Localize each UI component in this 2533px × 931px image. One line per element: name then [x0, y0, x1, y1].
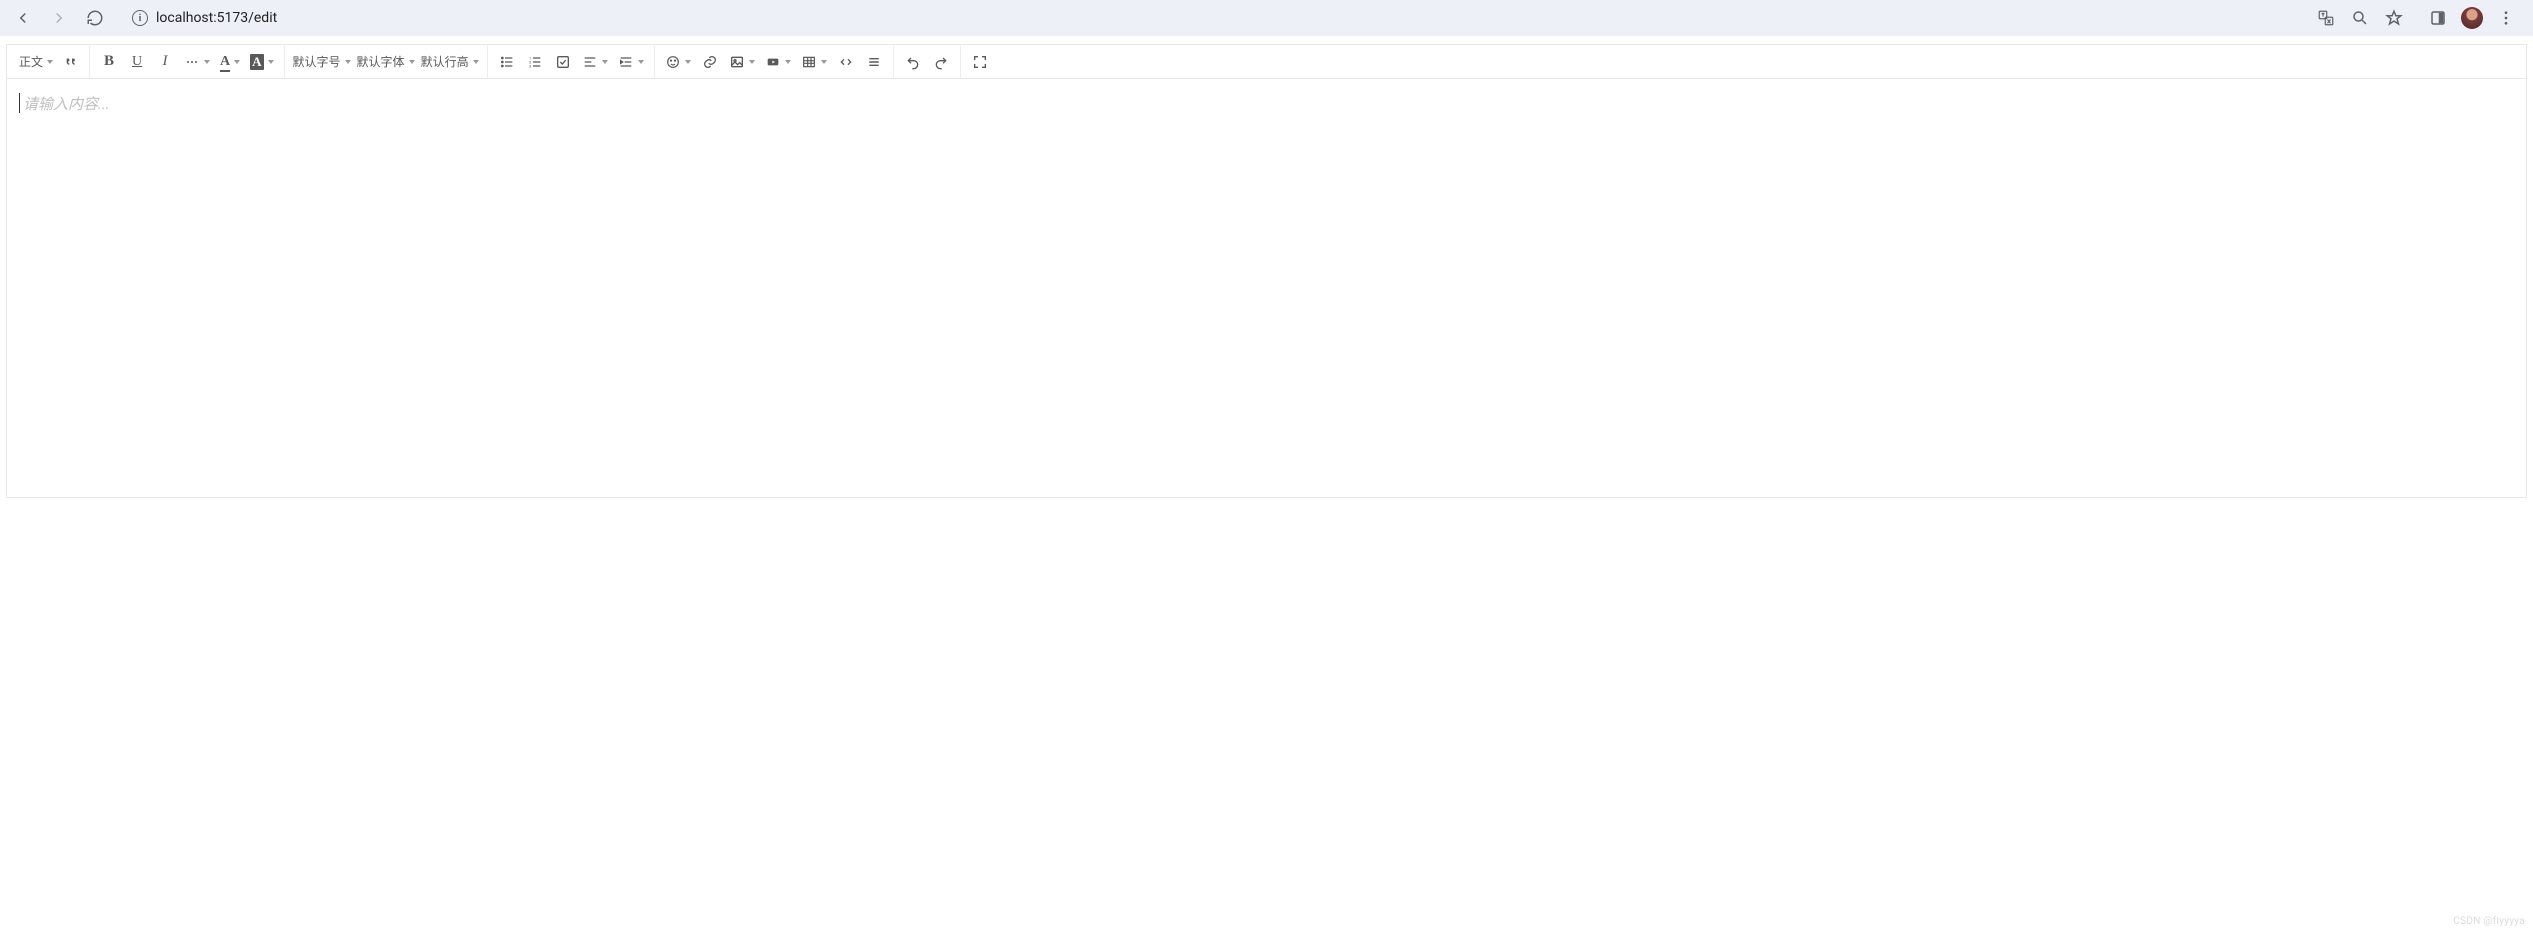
align-dropdown[interactable] — [578, 49, 612, 75]
image-dropdown[interactable] — [725, 49, 759, 75]
unordered-list-button[interactable] — [494, 49, 520, 75]
video-dropdown[interactable] — [761, 49, 795, 75]
divider-button[interactable] — [861, 49, 887, 75]
ordered-list-button[interactable]: 123 — [522, 49, 548, 75]
bg-color-dropdown[interactable]: A — [246, 49, 277, 75]
table-dropdown[interactable] — [797, 49, 831, 75]
url-text: localhost:5173/edit — [156, 10, 277, 26]
watermark-text: CSDN @flyyyya — [2453, 916, 2525, 927]
font-family-label: 默认字体 — [357, 53, 405, 70]
site-info-icon[interactable]: i — [132, 10, 148, 26]
heading-label: 正文 — [19, 53, 43, 70]
browser-right-icons — [2311, 3, 2525, 33]
line-height-label: 默认行高 — [421, 53, 469, 70]
italic-button[interactable]: I — [152, 49, 178, 75]
font-family-dropdown[interactable]: 默认字体 — [355, 49, 417, 75]
bold-button[interactable]: B — [96, 49, 122, 75]
font-size-dropdown[interactable]: 默认字号 — [291, 49, 353, 75]
underline-button[interactable]: U — [124, 49, 150, 75]
zoom-icon[interactable] — [2345, 3, 2375, 33]
profile-avatar[interactable] — [2457, 3, 2487, 33]
text-color-dropdown[interactable]: A — [216, 49, 244, 75]
undo-button[interactable] — [900, 49, 926, 75]
indent-dropdown[interactable] — [614, 49, 648, 75]
code-button[interactable] — [833, 49, 859, 75]
font-size-label: 默认字号 — [293, 53, 341, 70]
translate-icon[interactable] — [2311, 3, 2341, 33]
browser-menu-icon[interactable] — [2491, 3, 2521, 33]
more-format-dropdown[interactable] — [180, 49, 214, 75]
forward-button[interactable] — [44, 3, 74, 33]
editor-toolbar: 正文 B U I A A 默认字号 默认字体 — [7, 45, 2526, 79]
text-cursor — [19, 93, 20, 113]
svg-text:3: 3 — [529, 63, 531, 68]
redo-button[interactable] — [928, 49, 954, 75]
blockquote-button[interactable] — [57, 49, 83, 75]
emoji-dropdown[interactable] — [661, 49, 695, 75]
editor-body[interactable]: 请输入内容... — [7, 79, 2526, 497]
editor-placeholder: 请输入内容... — [23, 93, 110, 114]
editor-container: 正文 B U I A A 默认字号 默认字体 — [6, 44, 2527, 498]
browser-toolbar: i localhost:5173/edit — [0, 0, 2533, 36]
address-bar[interactable]: i localhost:5173/edit — [122, 4, 2299, 32]
reload-button[interactable] — [80, 3, 110, 33]
bookmark-icon[interactable] — [2379, 3, 2409, 33]
todo-button[interactable] — [550, 49, 576, 75]
link-button[interactable] — [697, 49, 723, 75]
fullscreen-button[interactable] — [967, 49, 993, 75]
back-button[interactable] — [8, 3, 38, 33]
line-height-dropdown[interactable]: 默认行高 — [419, 49, 481, 75]
sidepanel-icon[interactable] — [2423, 3, 2453, 33]
heading-dropdown[interactable]: 正文 — [17, 49, 55, 75]
